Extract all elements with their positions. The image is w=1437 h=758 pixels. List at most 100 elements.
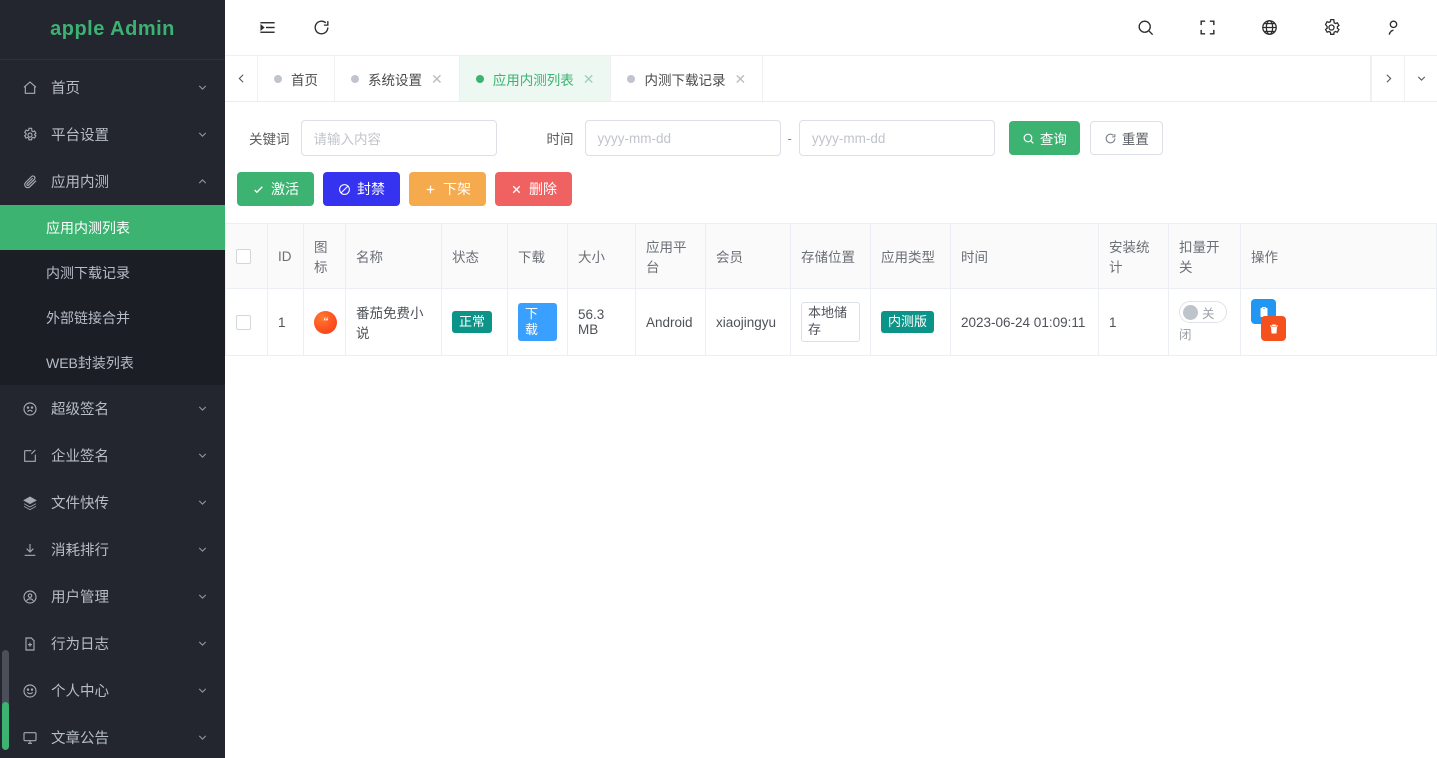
sidebar-item-super-signature[interactable]: 超级签名 — [0, 385, 225, 432]
sidebar-item-enterprise-signature[interactable]: 企业签名 — [0, 432, 225, 479]
chevron-down-icon — [196, 402, 209, 415]
tab-beta-download-records[interactable]: 内测下载记录 ✕ — [611, 56, 764, 101]
face-icon — [20, 399, 40, 419]
sidebar-item-label: 用户管理 — [51, 590, 109, 606]
date-start-placeholder: yyyy-mm-dd — [597, 130, 672, 146]
menu-fold-icon[interactable] — [253, 14, 281, 42]
sidebar-item-personal-center[interactable]: 个人中心 — [0, 667, 225, 714]
sidebar-subitem-label: 应用内测列表 — [46, 219, 130, 236]
delete-row-button[interactable] — [1261, 316, 1286, 341]
chevron-right-icon — [1385, 74, 1391, 83]
table-body: 1 “ 番茄免费小说 正常 下载 56.3 MB Android xiaojin… — [225, 288, 1437, 356]
refresh-icon[interactable] — [307, 14, 335, 42]
tab-label: 内测下载记录 — [644, 72, 726, 88]
data-table: ID 图标 名称 状态 下载 大小 应用平台 会员 存储位置 应用类型 时间 安… — [225, 223, 1437, 356]
sidebar-item-label: 行为日志 — [51, 637, 109, 653]
sidebar: apple Admin 首页 平台设置 应用内测 应用内测列表 内测下载记录 外… — [0, 0, 225, 758]
unpublish-button[interactable]: 下架 — [409, 172, 486, 206]
date-range-separator: - — [787, 130, 792, 146]
sidebar-item-platform-settings[interactable]: 平台设置 — [0, 111, 225, 158]
fullscreen-icon[interactable] — [1193, 14, 1221, 42]
gear-icon[interactable] — [1317, 14, 1345, 42]
paperclip-icon — [20, 172, 40, 192]
toggle-label-part: 关 — [1202, 306, 1215, 321]
select-all-checkbox[interactable] — [236, 248, 251, 264]
delete-button[interactable]: 删除 — [495, 172, 572, 206]
tab-bar: 首页 系统设置 ✕ 应用内测列表 ✕ 内测下载记录 ✕ — [225, 56, 1437, 102]
sidebar-item-web-package-list[interactable]: WEB封装列表 — [0, 340, 225, 385]
ban-button[interactable]: 封禁 — [323, 172, 400, 206]
sidebar-scrollbar-thumb[interactable] — [2, 702, 9, 750]
operation-buttons — [1251, 299, 1297, 345]
toggle-knob — [1183, 304, 1198, 320]
tab-status-dot — [274, 74, 282, 83]
unpublish-button-label: 下架 — [443, 181, 471, 197]
cell-app-type: 内测版 — [870, 288, 951, 356]
sidebar-item-beta-download-records[interactable]: 内测下载记录 — [0, 250, 225, 295]
activate-button[interactable]: 激活 — [237, 172, 314, 206]
row-select-cell — [225, 288, 268, 356]
sidebar-item-user-management[interactable]: 用户管理 — [0, 573, 225, 620]
download-badge[interactable]: 下载 — [518, 302, 557, 342]
sidebar-item-article-announcement[interactable]: 文章公告 — [0, 714, 225, 758]
select-all-header — [225, 223, 268, 289]
refresh-icon — [1105, 133, 1116, 143]
sidebar-item-label: 企业签名 — [51, 449, 109, 465]
tab-home[interactable]: 首页 — [258, 56, 335, 101]
deduct-switch-wrapper: 关 闭 — [1179, 301, 1235, 343]
user-icon[interactable] — [1379, 14, 1407, 42]
reset-button-label: 重置 — [1121, 132, 1149, 147]
deduct-toggle[interactable]: 关 — [1179, 301, 1227, 323]
tab-label: 首页 — [291, 72, 318, 88]
cell-name: 番茄免费小说 — [345, 288, 442, 356]
sidebar-item-behavior-log[interactable]: 行为日志 — [0, 620, 225, 667]
date-end-input[interactable]: yyyy-mm-dd — [798, 120, 995, 156]
chevron-down-icon — [196, 637, 209, 650]
sidebar-item-file-transfer[interactable]: 文件快传 — [0, 479, 225, 526]
tab-options-button[interactable] — [1404, 56, 1437, 101]
sidebar-item-home[interactable]: 首页 — [0, 64, 225, 111]
sidebar-item-app-beta-list[interactable]: 应用内测列表 — [0, 205, 225, 250]
sidebar-item-app-beta[interactable]: 应用内测 — [0, 158, 225, 205]
edit-square-icon — [20, 446, 40, 466]
column-header-size: 大小 — [567, 223, 636, 289]
table-row[interactable]: 1 “ 番茄免费小说 正常 下载 56.3 MB Android xiaojin… — [225, 288, 1437, 356]
sidebar-scrollbar[interactable] — [2, 650, 9, 750]
header-right-icons — [1131, 14, 1437, 42]
keyword-input[interactable]: 请输入内容 — [300, 120, 497, 156]
column-header-id: ID — [267, 223, 304, 289]
tab-app-beta-list[interactable]: 应用内测列表 ✕ — [459, 56, 612, 101]
tab-empty-space — [763, 56, 1371, 101]
sidebar-item-label: 文件快传 — [51, 496, 109, 512]
tab-scroll-right-button[interactable] — [1371, 56, 1404, 101]
tab-scroll-left-button[interactable] — [225, 56, 258, 101]
cell-member: xiaojingyu — [705, 288, 791, 356]
reset-button[interactable]: 重置 — [1089, 121, 1163, 155]
app-type-badge: 内测版 — [881, 310, 935, 334]
brand-title: apple Admin — [0, 0, 225, 60]
globe-icon[interactable] — [1255, 14, 1283, 42]
column-header-operation: 操作 — [1240, 223, 1437, 289]
tab-label: 应用内测列表 — [492, 72, 574, 88]
column-header-platform: 应用平台 — [635, 223, 706, 289]
app-root: apple Admin 首页 平台设置 应用内测 应用内测列表 内测下载记录 外… — [0, 0, 1437, 758]
column-header-install-stat: 安装统计 — [1098, 223, 1169, 289]
tab-system-settings[interactable]: 系统设置 ✕ — [335, 56, 460, 101]
row-checkbox[interactable] — [236, 314, 251, 330]
cell-size: 56.3 MB — [567, 288, 636, 356]
home-icon — [20, 78, 40, 98]
sidebar-item-external-link-merge[interactable]: 外部链接合并 — [0, 295, 225, 340]
activate-button-label: 激活 — [271, 181, 299, 197]
keyword-input-placeholder: 请输入内容 — [313, 132, 382, 147]
cell-time: 2023-06-24 01:09:11 — [950, 288, 1099, 356]
tab-close-icon[interactable]: ✕ — [734, 72, 746, 86]
date-start-input[interactable]: yyyy-mm-dd — [584, 120, 781, 156]
sidebar-item-consumption-ranking[interactable]: 消耗排行 — [0, 526, 225, 573]
chevron-down-icon — [196, 731, 209, 744]
tab-close-icon[interactable]: ✕ — [583, 72, 595, 86]
ban-button-label: 封禁 — [357, 181, 385, 197]
column-header-download: 下载 — [507, 223, 568, 289]
search-button[interactable]: 查询 — [1008, 121, 1080, 155]
search-icon[interactable] — [1131, 14, 1159, 42]
tab-close-icon[interactable]: ✕ — [431, 72, 443, 86]
